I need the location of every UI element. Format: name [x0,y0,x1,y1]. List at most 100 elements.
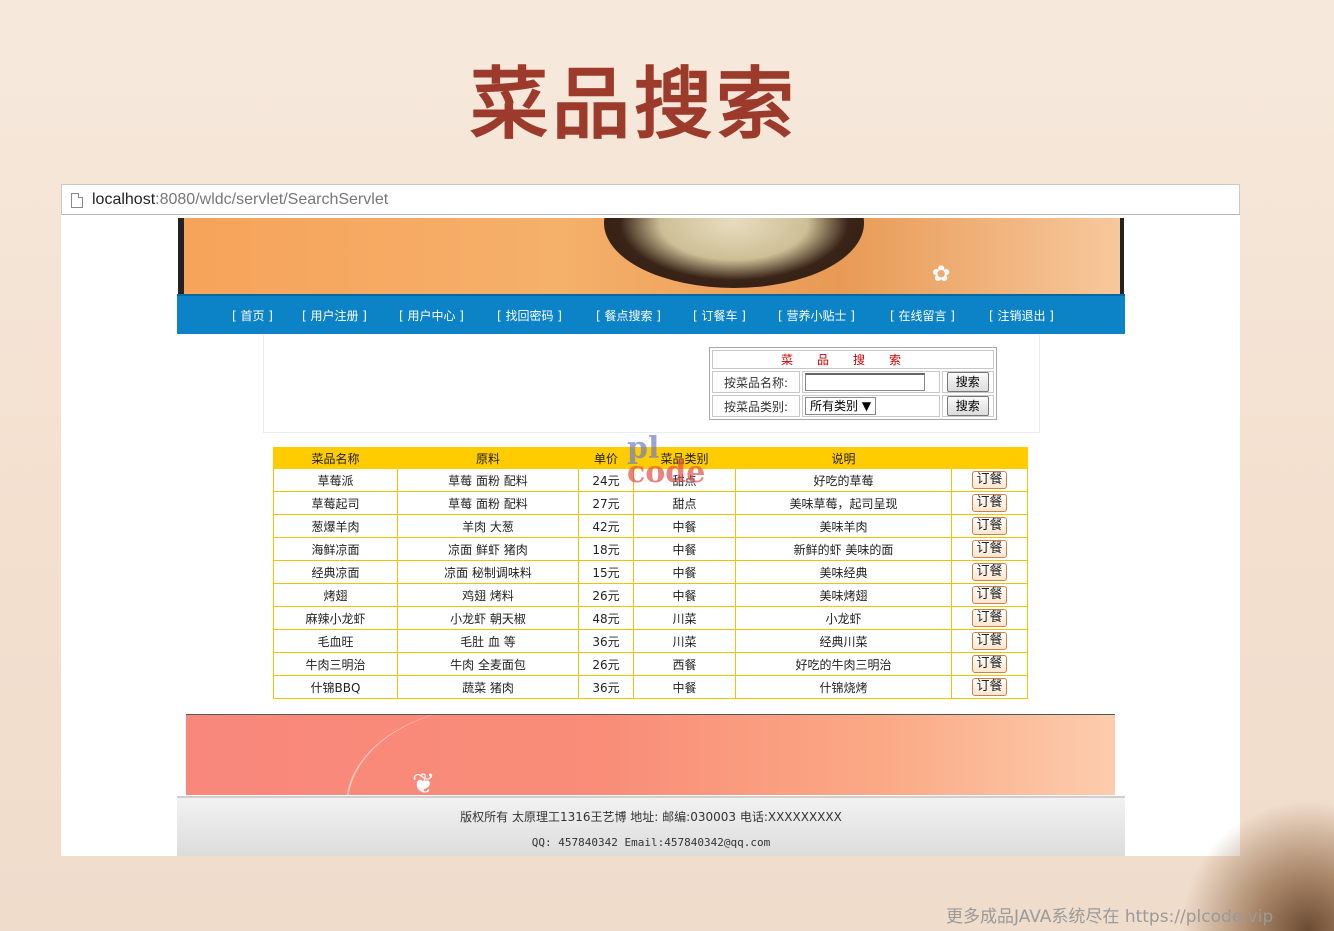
search-panel: 菜品搜索 按菜品名称: 搜索 按菜品类别: 所有类别 ▼ 搜索 [263,335,1040,433]
order-button[interactable]: 订餐 [972,494,1007,512]
order-button[interactable]: 订餐 [972,632,1007,650]
nav-home[interactable]: [ 首页 ] [232,307,273,324]
cell-order: 订餐 [951,583,1028,607]
table-row: 葱爆羊肉 羊肉 大葱 42元 中餐 美味羊肉 订餐 [273,514,1028,538]
name-label: 按菜品名称: [712,371,800,393]
cell-ingredients: 牛肉 全麦面包 [397,652,579,676]
cell-name: 牛肉三明治 [273,652,398,676]
cell-price: 36元 [578,675,634,699]
search-heading: 菜品搜索 [712,350,994,369]
chevron-down-icon: ▼ [861,399,872,413]
cell-type: 中餐 [633,514,736,538]
cell-price: 24元 [578,468,634,492]
search-type-button[interactable]: 搜索 [946,396,989,416]
cell-order: 订餐 [951,537,1028,561]
cell-ingredients: 毛肚 血 等 [397,629,579,653]
nav-find-password[interactable]: [ 找回密码 ] [497,307,562,324]
cell-desc: 经典川菜 [735,629,952,653]
footer-banner-image: ❦ [186,714,1115,795]
cell-order: 订餐 [951,675,1028,699]
flower-icon: ✿ [932,262,951,287]
decorative-arc [346,715,648,795]
cell-desc: 美味烤翅 [735,583,952,607]
cell-desc: 好吃的牛肉三明治 [735,652,952,676]
cell-name: 毛血旺 [273,629,398,653]
search-box: 菜品搜索 按菜品名称: 搜索 按菜品类别: 所有类别 ▼ 搜索 [709,347,997,420]
cell-desc: 什锦烧烤 [735,675,952,699]
header-price: 单价 [578,447,634,469]
cell-order: 订餐 [951,629,1028,653]
cell-ingredients: 凉面 鲜虾 猪肉 [397,537,579,561]
footer-contact: QQ: 457840342 Email:457840342@qq.com [531,836,771,849]
nav-logout[interactable]: [ 注销退出 ] [989,307,1054,324]
cell-price: 26元 [578,652,634,676]
cell-order: 订餐 [951,652,1028,676]
order-button[interactable]: 订餐 [972,678,1007,696]
order-button[interactable]: 订餐 [972,517,1007,535]
butterfly-icon: ❦ [412,767,436,795]
cell-type: 川菜 [633,606,736,630]
cell-order: 订餐 [951,606,1028,630]
header-desc: 说明 [735,447,952,469]
search-name-button[interactable]: 搜索 [946,372,989,392]
nav-message-board[interactable]: [ 在线留言 ] [890,307,955,324]
order-button[interactable]: 订餐 [972,655,1007,673]
cell-ingredients: 凉面 秘制调味料 [397,560,579,584]
cell-desc: 美味经典 [735,560,952,584]
cell-ingredients: 蔬菜 猪肉 [397,675,579,699]
cell-ingredients: 草莓 面粉 配料 [397,491,579,515]
table-row: 经典凉面 凉面 秘制调味料 15元 中餐 美味经典 订餐 [273,560,1028,584]
url-host: localhost [92,191,156,208]
table-row: 什锦BBQ 蔬菜 猪肉 36元 中餐 什锦烧烤 订餐 [273,675,1028,699]
cell-order: 订餐 [951,560,1028,584]
header-name: 菜品名称 [273,447,398,469]
table-row: 烤翅 鸡翅 烤料 26元 中餐 美味烤翅 订餐 [273,583,1028,607]
cell-price: 42元 [578,514,634,538]
order-button[interactable]: 订餐 [972,471,1007,489]
nav-nutrition-tips[interactable]: [ 营养小贴士 ] [778,307,855,324]
dish-type-select[interactable]: 所有类别 ▼ [805,397,877,415]
nav-user-center[interactable]: [ 用户中心 ] [399,307,464,324]
type-label: 按菜品类别: [712,395,800,417]
address-bar[interactable]: localhost:8080/wldc/servlet/SearchServle… [61,184,1240,215]
cell-name: 烤翅 [273,583,398,607]
slide-title: 菜品搜索 [470,60,799,150]
cell-order: 订餐 [951,514,1028,538]
cell-name: 什锦BBQ [273,675,398,699]
table-row: 牛肉三明治 牛肉 全麦面包 26元 西餐 好吃的牛肉三明治 订餐 [273,652,1028,676]
cell-price: 36元 [578,629,634,653]
browser-window: localhost:8080/wldc/servlet/SearchServle… [61,184,1240,856]
cell-price: 18元 [578,537,634,561]
cell-ingredients: 草莓 面粉 配料 [397,468,579,492]
page-icon [71,193,83,208]
nav-register[interactable]: [ 用户注册 ] [302,307,367,324]
cell-price: 26元 [578,583,634,607]
cell-name: 海鲜凉面 [273,537,398,561]
table-row: 毛血旺 毛肚 血 等 36元 川菜 经典川菜 订餐 [273,629,1028,653]
order-button[interactable]: 订餐 [972,609,1007,627]
cell-name: 经典凉面 [273,560,398,584]
cell-type: 中餐 [633,560,736,584]
dish-name-input[interactable] [805,373,925,391]
cell-price: 15元 [578,560,634,584]
cell-name: 草莓起司 [273,491,398,515]
cell-ingredients: 羊肉 大葱 [397,514,579,538]
cell-name: 草莓派 [273,468,398,492]
cell-price: 48元 [578,606,634,630]
cell-ingredients: 小龙虾 朝天椒 [397,606,579,630]
url-text[interactable]: localhost:8080/wldc/servlet/SearchServle… [92,191,388,209]
order-button[interactable]: 订餐 [972,540,1007,558]
nav-meal-search[interactable]: [ 餐点搜索 ] [596,307,661,324]
cell-desc: 新鲜的虾 美味的面 [735,537,952,561]
cell-type: 甜点 [633,491,736,515]
cell-price: 27元 [578,491,634,515]
footer-copyright: 版权所有 太原理工1316王艺博 地址: 邮编:030003 电话:XXXXXX… [460,810,842,824]
credit-text: 更多成品JAVA系统尽在 https://plcode.vip [946,907,1274,927]
page-footer: 版权所有 太原理工1316王艺博 地址: 邮编:030003 电话:XXXXXX… [177,796,1125,856]
order-button[interactable]: 订餐 [972,563,1007,581]
nav-cart[interactable]: [ 订餐车 ] [693,307,746,324]
url-path: :8080/wldc/servlet/SearchServlet [155,191,389,208]
cell-desc: 美味羊肉 [735,514,952,538]
order-button[interactable]: 订餐 [972,586,1007,604]
cell-type: 川菜 [633,629,736,653]
